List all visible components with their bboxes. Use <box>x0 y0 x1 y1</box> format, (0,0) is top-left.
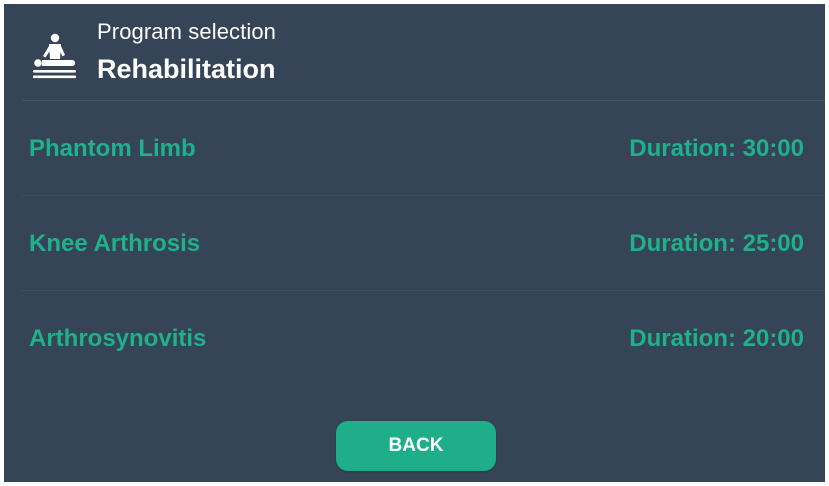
header-subtitle: Program selection <box>97 19 276 44</box>
program-name: Phantom Limb <box>29 135 196 162</box>
program-duration: Duration: 25:00 <box>629 230 804 257</box>
program-name: Knee Arthrosis <box>29 230 201 257</box>
back-button[interactable]: BACK <box>336 421 496 471</box>
program-list: Phantom Limb Duration: 30:00 Knee Arthro… <box>4 101 825 386</box>
program-row-phantom-limb[interactable]: Phantom Limb Duration: 30:00 <box>4 101 825 196</box>
page-title: Rehabilitation <box>97 54 276 84</box>
program-row-knee-arthrosis[interactable]: Knee Arthrosis Duration: 25:00 <box>4 196 825 291</box>
program-duration: Duration: 30:00 <box>629 135 804 162</box>
program-selection-screen: Program selection Rehabilitation Phantom… <box>4 4 825 482</box>
program-duration: Duration: 20:00 <box>629 325 804 352</box>
header: Program selection Rehabilitation <box>4 4 825 100</box>
physiotherapy-massage-icon <box>33 33 76 79</box>
program-name: Arthrosynovitis <box>29 325 207 352</box>
program-row-arthrosynovitis[interactable]: Arthrosynovitis Duration: 20:00 <box>4 291 825 386</box>
